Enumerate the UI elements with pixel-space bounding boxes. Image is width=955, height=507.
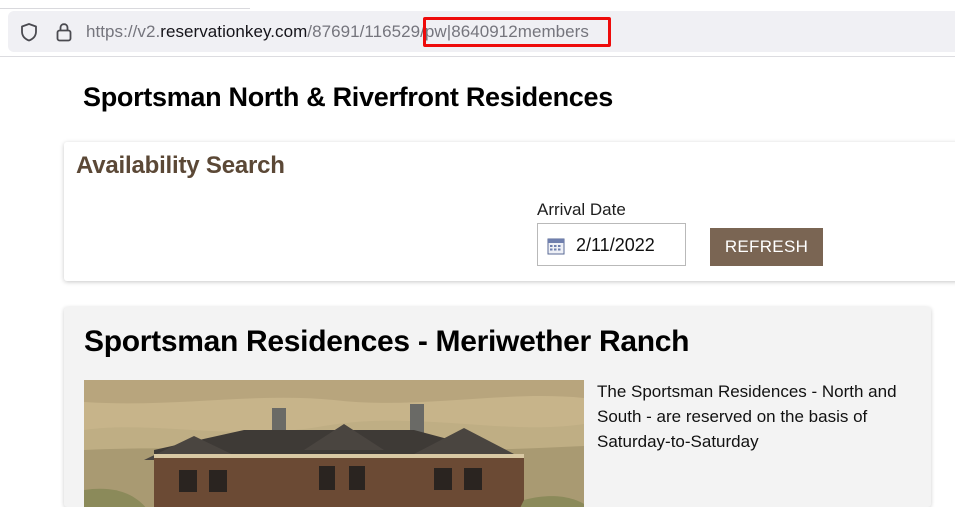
availability-search-panel: Availability Search Arrival Date REFRESH — [64, 142, 955, 281]
property-card: Sportsman Residences - Meriwether Ranch … — [64, 307, 931, 507]
browser-tab-strip — [0, 0, 250, 9]
chrome-divider — [0, 56, 955, 57]
url-path: /87691/116529/ — [307, 22, 425, 41]
property-title: Sportsman Residences - Meriwether Ranch — [84, 325, 690, 358]
arrival-date-field[interactable] — [537, 223, 686, 266]
lock-icon[interactable] — [53, 21, 75, 43]
availability-search-heading: Availability Search — [76, 152, 285, 179]
url-domain: reservationkey.com — [160, 22, 308, 41]
calendar-icon[interactable] — [547, 237, 565, 255]
property-photo — [84, 380, 584, 507]
url-prefix: https://v2. — [86, 22, 161, 41]
property-description: The Sportsman Residences - North and Sou… — [597, 382, 897, 451]
arrival-date-label: Arrival Date — [537, 200, 626, 219]
page-title: Sportsman North & Riverfront Residences — [83, 82, 613, 112]
refresh-button[interactable]: REFRESH — [710, 228, 823, 266]
red-highlight-box — [423, 17, 611, 47]
arrival-date-input[interactable] — [576, 235, 681, 256]
shield-icon[interactable] — [18, 21, 40, 43]
